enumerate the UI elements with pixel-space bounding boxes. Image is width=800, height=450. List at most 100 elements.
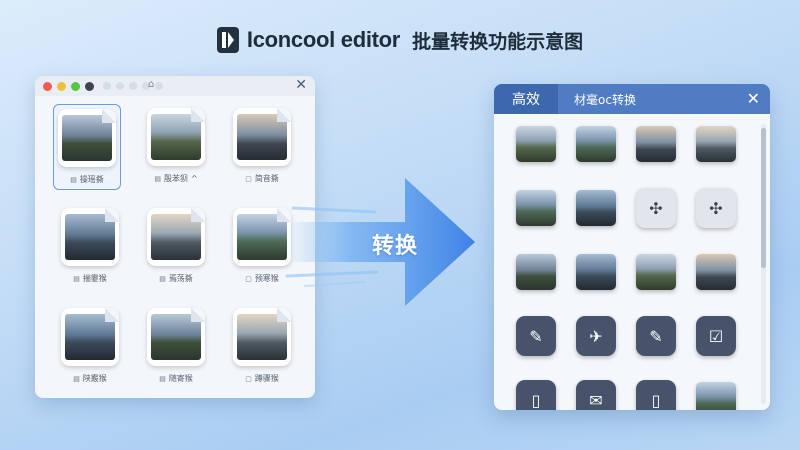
tab-conversion[interactable]: 材毫oc转换	[558, 84, 636, 114]
converted-icon-cell[interactable]: ✣	[626, 186, 686, 230]
file-tile[interactable]: ▤ 揣霎猴	[47, 204, 133, 290]
header: Iconcool editor 批量转换功能示意图	[0, 22, 800, 58]
file-type-icon: ▤	[159, 374, 166, 383]
file-thumbnail	[233, 208, 291, 266]
file-thumbnail	[61, 208, 119, 266]
converted-icon-cell[interactable]	[506, 186, 566, 230]
converted-icon-cell[interactable]	[626, 122, 686, 166]
file-thumbnail	[233, 308, 291, 366]
app-glyph-icon: ▯	[636, 380, 676, 410]
converted-icons-window: 高效 材毫oc转换 ✕ ✣ ✣ ✎ ✈ ✎ ☑ ▯ ✉ ▯	[494, 84, 770, 410]
photo-icon	[636, 254, 676, 290]
file-type-icon: ▢	[245, 274, 252, 283]
app-glyph-icon: ✉	[576, 380, 616, 410]
image-icon: ⌂	[148, 79, 155, 90]
photo-icon	[516, 254, 556, 290]
file-thumbnail	[147, 108, 205, 166]
photo-icon	[696, 126, 736, 162]
close-traffic-light[interactable]	[43, 81, 52, 91]
file-thumbnail	[147, 308, 205, 366]
file-thumbnail	[61, 308, 119, 366]
photo-icon	[516, 190, 556, 226]
converted-icon-cell[interactable]: ✣	[686, 186, 746, 230]
file-name: 陕霰猴	[82, 374, 107, 383]
file-thumbnail	[147, 208, 205, 266]
converted-icon-cell[interactable]	[686, 378, 746, 410]
file-tile[interactable]: ▤ 陕霰猴	[47, 304, 133, 390]
file-label-row: ▢ 简音撕	[245, 173, 279, 184]
photo-icon	[696, 382, 736, 410]
file-tile[interactable]: ▢ 蹲骤猴	[219, 304, 305, 390]
file-type-icon: ▤	[73, 274, 80, 283]
file-tile[interactable]: ▤ 焉荡撕	[133, 204, 219, 290]
converted-icon-cell[interactable]	[566, 250, 626, 294]
converted-icon-cell[interactable]: ▯	[506, 378, 566, 410]
converted-icon-cell[interactable]: ▯	[626, 378, 686, 410]
convert-label: 转换	[372, 234, 419, 259]
converted-icon-cell[interactable]	[506, 250, 566, 294]
scroll-thumb[interactable]	[761, 128, 766, 268]
converted-icon-cell[interactable]	[506, 122, 566, 166]
file-name: 焉荡撕	[168, 274, 193, 283]
file-name: 随寄猴	[168, 374, 193, 383]
file-name: 操瑶撕	[79, 175, 104, 184]
photo-icon	[696, 254, 736, 290]
converted-icon-cell[interactable]: ✉	[566, 378, 626, 410]
app-glyph-icon: ☑	[696, 316, 736, 356]
file-label-row: ▤ 陕霰猴	[73, 373, 107, 384]
app-glyph-icon: ✈	[576, 316, 616, 356]
file-label-row: ▢ 预寒猴	[245, 273, 279, 284]
file-tile[interactable]: ▤ 操瑶撕	[53, 104, 121, 190]
app-glyph-icon: ✣	[696, 188, 736, 228]
file-thumbnail	[58, 109, 116, 167]
file-label-row: ▤ 随寄猴	[159, 373, 193, 384]
converted-icon-cell[interactable]: ✎	[506, 314, 566, 358]
file-name: 揣霎猴	[82, 274, 107, 283]
file-tile[interactable]: ▤ 殷苯狈 ^	[133, 104, 219, 190]
file-name: 殷苯狈	[163, 174, 188, 183]
scrollbar[interactable]	[761, 124, 766, 404]
file-type-icon: ▤	[159, 274, 166, 283]
file-type-icon: ▤	[154, 174, 161, 183]
photo-icon	[576, 190, 616, 226]
converted-icon-cell[interactable]	[566, 122, 626, 166]
caret-icon: ^	[190, 174, 198, 183]
converted-icon-cell[interactable]	[626, 250, 686, 294]
photo-icon	[516, 126, 556, 162]
right-titlebar: 高效 材毫oc转换 ✕	[494, 84, 770, 114]
file-name: 预寒猴	[254, 274, 279, 283]
file-label-row: ▤ 操瑶撕	[70, 174, 104, 185]
file-label-row: ▤ 殷苯狈 ^	[154, 173, 197, 184]
source-files-window: ⌂ ✕ ▤ 操瑶撕 ▤ 殷苯狈 ^ ▢ 简音撕 ▤ 揣霎猴 ▤ 焉荡撕 ▢ 预寒猴 ▤ 陕霰猴 ▤ 随寄猴 ▢ 蹲骤…	[35, 76, 315, 398]
file-grid: ▤ 操瑶撕 ▤ 殷苯狈 ^ ▢ 简音撕 ▤ 揣霎猴 ▤ 焉荡撕 ▢ 预寒猴 ▤ 陕霰猴 ▤ 随寄猴 ▢ 蹲骤猴	[35, 96, 315, 390]
close-icon[interactable]: ✕	[747, 89, 760, 108]
window-menu-dot[interactable]	[85, 81, 94, 91]
zoom-traffic-light[interactable]	[71, 81, 80, 91]
converted-icon-cell[interactable]: ☑	[686, 314, 746, 358]
converted-icon-cell[interactable]	[686, 250, 746, 294]
tab-efficient[interactable]: 高效	[494, 84, 558, 114]
converted-icon-cell[interactable]	[566, 186, 626, 230]
converted-icon-cell[interactable]: ✎	[626, 314, 686, 358]
close-icon[interactable]: ✕	[295, 77, 307, 93]
file-type-icon: ▢	[245, 174, 252, 183]
file-name: 蹲骤猴	[254, 374, 279, 383]
icon-grid: ✣ ✣ ✎ ✈ ✎ ☑ ▯ ✉ ▯	[506, 122, 746, 410]
file-label-row: ▢ 蹲骤猴	[245, 373, 279, 384]
photo-icon	[576, 254, 616, 290]
app-glyph-icon: ▯	[516, 380, 556, 410]
photo-icon	[576, 126, 616, 162]
file-name: 简音撕	[254, 174, 279, 183]
file-type-icon: ▢	[245, 374, 252, 383]
file-tile[interactable]: ▤ 随寄猴	[133, 304, 219, 390]
converted-icon-cell[interactable]: ✈	[566, 314, 626, 358]
photo-icon	[636, 126, 676, 162]
iconcool-logo-icon	[216, 27, 239, 53]
app-glyph-icon: ✎	[516, 316, 556, 356]
minimize-traffic-light[interactable]	[57, 81, 66, 91]
file-type-icon: ▤	[73, 374, 80, 383]
file-label-row: ▤ 揣霎猴	[73, 273, 107, 284]
left-titlebar: ⌂ ✕	[35, 76, 315, 96]
app-glyph-icon: ✣	[636, 188, 676, 228]
converted-icon-cell[interactable]	[686, 122, 746, 166]
